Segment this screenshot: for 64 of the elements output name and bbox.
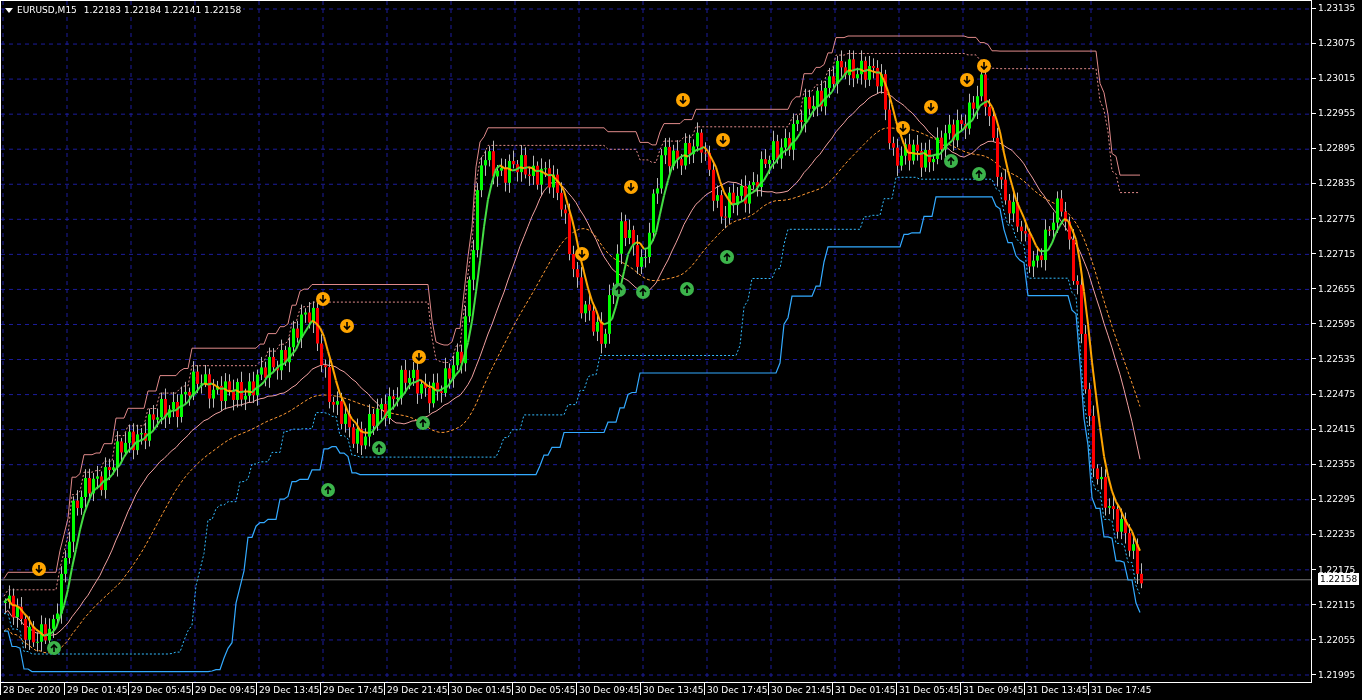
- price-label: 1.23015: [1318, 72, 1356, 86]
- time-label: 30 Dec 09:45: [579, 685, 640, 695]
- up-arrow-icon: [944, 154, 958, 168]
- time-label: 29 Dec 21:45: [387, 685, 448, 695]
- down-arrow-icon: [624, 180, 638, 194]
- up-arrow-icon: [612, 283, 626, 297]
- price-label: 1.22175: [1318, 563, 1356, 575]
- time-label: 29 Dec 05:45: [131, 685, 192, 695]
- down-arrow-icon: [32, 562, 46, 576]
- price-quotes: 1.22183 1.22184 1.22141 1.22158: [83, 5, 242, 15]
- current-price-badge: 1.22158: [1318, 572, 1360, 585]
- price-label: 1.22535: [1318, 352, 1356, 366]
- price-label: 1.22595: [1318, 317, 1356, 331]
- price-label: 1.22355: [1318, 458, 1356, 472]
- price-label: 1.23075: [1318, 37, 1356, 51]
- time-label: 30 Dec 01:45: [451, 685, 512, 695]
- price-label: 1.22115: [1318, 598, 1356, 612]
- down-arrow-icon: [896, 121, 910, 135]
- price-label: 1.22475: [1318, 388, 1356, 402]
- time-label: 28 Dec 2020: [3, 685, 61, 695]
- time-label: 29 Dec 09:45: [195, 685, 256, 695]
- down-arrow-icon: [960, 73, 974, 87]
- up-arrow-icon: [636, 285, 650, 299]
- dropdown-icon[interactable]: [5, 7, 13, 13]
- time-label: 31 Dec 09:45: [963, 685, 1024, 695]
- time-label: 30 Dec 05:45: [515, 685, 576, 695]
- up-arrow-icon: [720, 250, 734, 264]
- price-label: 1.22055: [1318, 633, 1356, 647]
- down-arrow-icon: [340, 319, 354, 333]
- down-arrow-icon: [676, 93, 690, 107]
- down-arrow-icon: [575, 247, 589, 261]
- price-label: 1.22835: [1318, 177, 1356, 191]
- time-label: 31 Dec 01:45: [835, 685, 896, 695]
- time-label: 30 Dec 13:45: [643, 685, 704, 695]
- price-label: 1.22655: [1318, 282, 1356, 296]
- price-label: 1.22775: [1318, 212, 1356, 226]
- price-label: 1.22295: [1318, 493, 1356, 507]
- down-arrow-icon: [412, 350, 426, 364]
- time-label: 31 Dec 17:45: [1091, 685, 1152, 695]
- time-label: 29 Dec 01:45: [67, 685, 128, 695]
- price-label: 1.22415: [1318, 423, 1356, 437]
- price-label: 1.23135: [1318, 2, 1356, 15]
- up-arrow-icon: [680, 282, 694, 296]
- time-label: 30 Dec 17:45: [707, 685, 768, 695]
- chart-symbol: EURUSD,M15: [17, 5, 77, 15]
- down-arrow-icon: [924, 100, 938, 114]
- up-arrow-icon: [372, 441, 386, 455]
- price-label: 1.22955: [1318, 107, 1356, 121]
- down-arrow-icon: [716, 133, 730, 147]
- time-label: 31 Dec 13:45: [1027, 685, 1088, 695]
- time-label: 30 Dec 21:45: [771, 685, 832, 695]
- time-label: 29 Dec 13:45: [259, 685, 320, 695]
- up-arrow-icon: [972, 167, 986, 181]
- down-arrow-icon: [977, 59, 991, 73]
- up-arrow-icon: [416, 416, 430, 430]
- price-label: 1.22235: [1318, 528, 1356, 542]
- time-label: 29 Dec 17:45: [323, 685, 384, 695]
- down-arrow-icon: [316, 292, 330, 306]
- up-arrow-icon: [321, 483, 335, 497]
- price-label: 1.21995: [1318, 668, 1356, 682]
- price-label: 1.22715: [1318, 247, 1356, 261]
- up-arrow-icon: [47, 641, 61, 655]
- time-label: 31 Dec 05:45: [899, 685, 960, 695]
- price-label: 1.22895: [1318, 142, 1356, 156]
